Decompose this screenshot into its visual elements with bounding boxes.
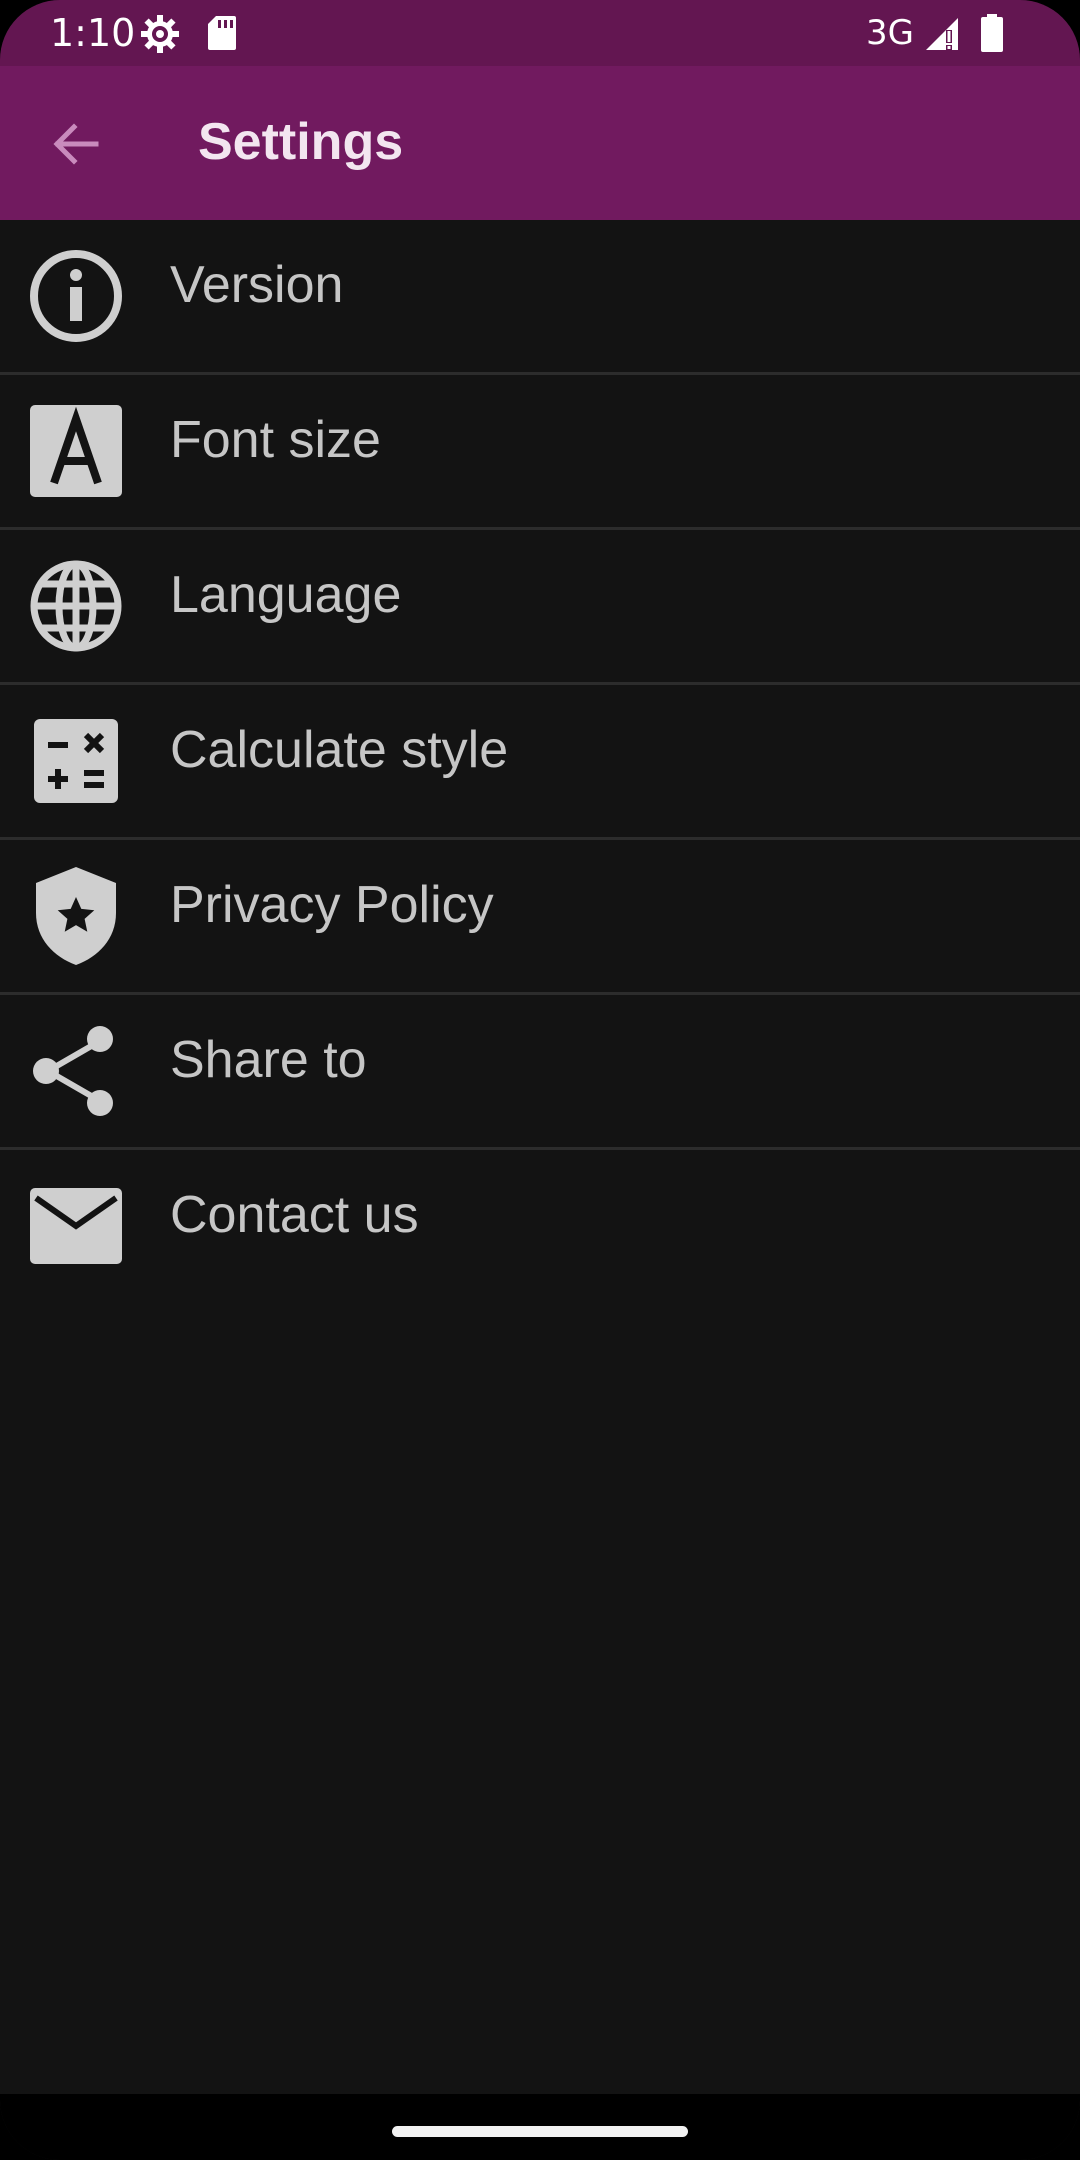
settings-item-privacy-policy[interactable]: Privacy Policy [0, 840, 1080, 995]
page-title: Settings [198, 113, 404, 171]
status-time: 1:10 [50, 11, 136, 55]
settings-item-font-size[interactable]: Font size [0, 375, 1080, 530]
battery-icon [980, 14, 1004, 57]
settings-item-label: Contact us [170, 1186, 419, 1244]
sd-card-icon [206, 14, 238, 57]
calculator-icon [28, 713, 124, 809]
settings-item-label: Font size [170, 411, 381, 469]
settings-item-share-to[interactable]: Share to [0, 995, 1080, 1150]
settings-item-contact-us[interactable]: Contact us [0, 1150, 1080, 1302]
info-icon [28, 248, 124, 344]
navigation-bar [0, 2094, 1080, 2160]
settings-item-language[interactable]: Language [0, 530, 1080, 685]
settings-item-calculate-style[interactable]: Calculate style [0, 685, 1080, 840]
font-size-icon [28, 403, 124, 499]
settings-list: Version Font size Language Calculate sty… [0, 220, 1080, 1302]
settings-item-label: Version [170, 256, 344, 314]
globe-icon [28, 558, 124, 654]
share-icon [28, 1023, 124, 1119]
settings-item-label: Language [170, 566, 402, 624]
back-arrow-icon [50, 118, 102, 175]
mail-icon [28, 1178, 124, 1274]
settings-item-label: Calculate style [170, 721, 509, 779]
settings-gear-icon [140, 14, 180, 59]
app-bar: Settings [0, 66, 1080, 220]
back-button[interactable] [36, 106, 116, 186]
home-indicator[interactable] [392, 2126, 688, 2137]
settings-screen: 1:10 3G Settings Version Font size Langu… [0, 0, 1080, 2160]
signal-icon [924, 16, 964, 57]
status-bar: 1:10 3G [0, 0, 1080, 66]
settings-item-label: Privacy Policy [170, 876, 494, 934]
network-type: 3G [866, 13, 914, 53]
settings-item-version[interactable]: Version [0, 220, 1080, 375]
shield-star-icon [28, 867, 124, 965]
settings-item-label: Share to [170, 1031, 367, 1089]
